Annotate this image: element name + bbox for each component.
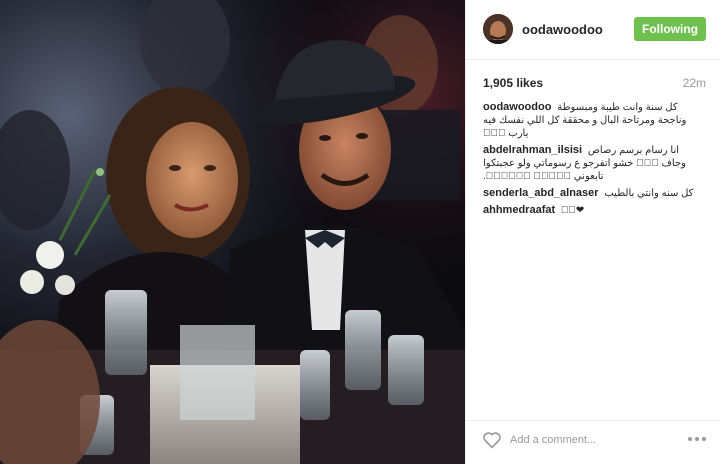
post-header: oodawoodoo Following [466,0,720,60]
comment-username[interactable]: oodawoodoo [483,101,551,113]
comment-username[interactable]: senderla_abd_alnaser [483,187,599,199]
comment-item: senderla_abd_alnaser كل سنه وانتي بالطيب [483,187,705,200]
heart-icon[interactable] [482,431,502,449]
post-photo-image [0,0,465,464]
post-footer [466,420,720,464]
following-button[interactable]: Following [634,17,706,41]
more-options-icon[interactable] [686,432,708,446]
comment-item: oodawoodoo كل سنة وانت طيبة ومبسوطة وناج… [483,101,705,140]
likes-count[interactable]: 1,905 likes [483,76,543,90]
comment-text: ❤❤🏻 [560,205,585,216]
comment-username[interactable]: ahhmedraafat [483,204,555,216]
comment-text: كل سنه وانتي بالطيب [604,188,694,199]
post-details-panel: oodawoodoo Following 1,905 likes 22m ood… [465,0,720,464]
add-comment-input[interactable] [510,432,670,448]
comments-list: oodawoodoo كل سنة وانت طيبة ومبسوطة وناج… [483,101,705,221]
author-username[interactable]: oodawoodoo [522,22,603,37]
comment-item: abdelrahman_ilsisi انا رسام برسم رصاص وج… [483,144,705,183]
post-photo[interactable] [0,0,465,464]
comment-item: ahhmedraafat ❤❤🏻 [483,204,705,217]
post-timestamp[interactable]: 22m [683,76,706,90]
comment-username[interactable]: abdelrahman_ilsisi [483,144,582,156]
author-avatar[interactable] [483,14,513,44]
avatar-photo-icon [483,14,513,44]
